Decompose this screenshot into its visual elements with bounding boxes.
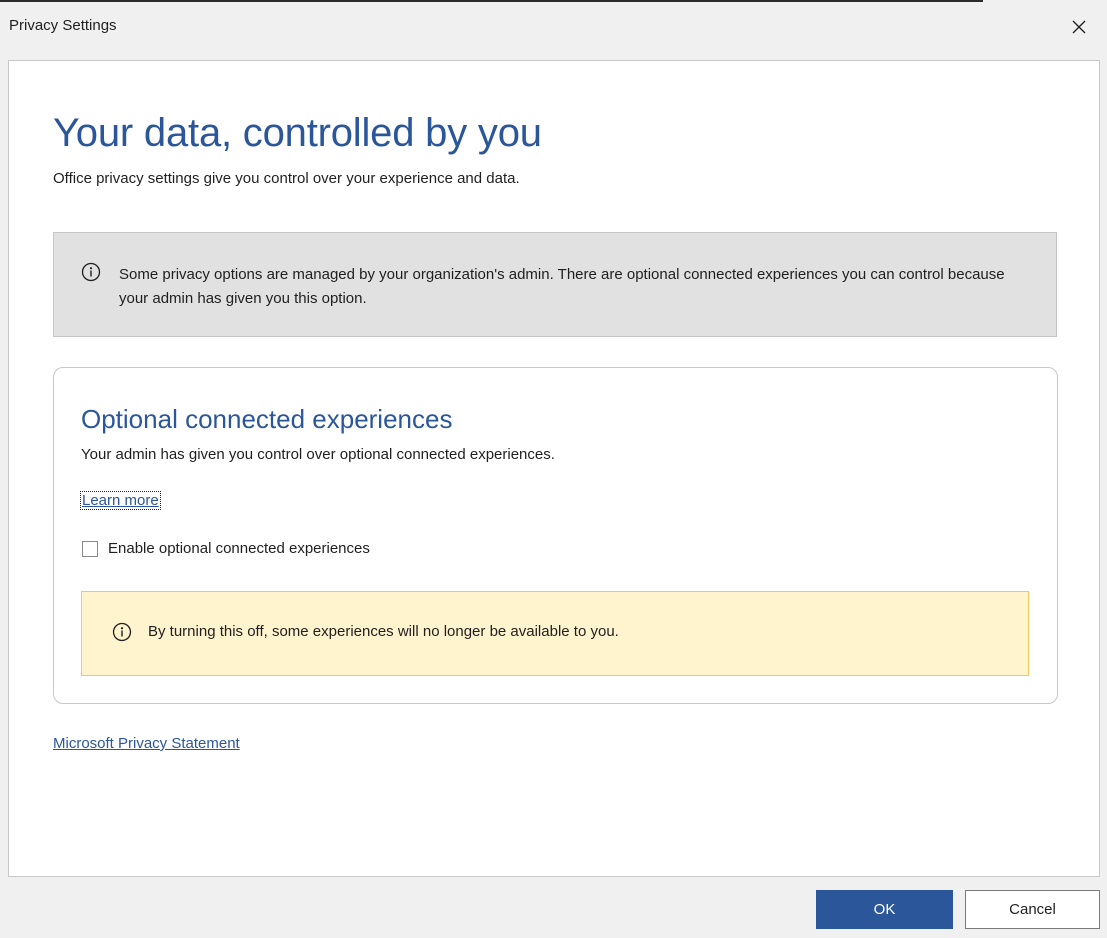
admin-notice-banner: Some privacy options are managed by your… bbox=[53, 232, 1057, 337]
info-icon bbox=[81, 262, 101, 282]
admin-notice-text: Some privacy options are managed by your… bbox=[119, 266, 1005, 307]
enable-optional-experiences-checkbox[interactable] bbox=[82, 540, 98, 557]
title-bar: Privacy Settings bbox=[0, 0, 1107, 56]
window-title: Privacy Settings bbox=[9, 17, 117, 34]
content-panel: Your data, controlled by you Office priv… bbox=[8, 60, 1100, 877]
cancel-button[interactable]: Cancel bbox=[965, 890, 1100, 929]
optional-experiences-card: Optional connected experiences Your admi… bbox=[53, 367, 1058, 704]
card-title: Optional connected experiences bbox=[81, 404, 453, 434]
close-icon bbox=[1072, 20, 1086, 34]
card-description: Your admin has given you control over op… bbox=[81, 446, 555, 463]
page-heading: Your data, controlled by you bbox=[53, 111, 542, 155]
warning-text: By turning this off, some experiences wi… bbox=[148, 623, 619, 640]
close-button[interactable] bbox=[1062, 10, 1096, 44]
privacy-statement-link[interactable]: Microsoft Privacy Statement bbox=[53, 735, 240, 752]
page-subtext: Office privacy settings give you control… bbox=[53, 170, 520, 187]
info-icon bbox=[112, 622, 132, 642]
learn-more-link[interactable]: Learn more bbox=[80, 491, 161, 510]
warning-banner: By turning this off, some experiences wi… bbox=[81, 591, 1029, 676]
ok-button[interactable]: OK bbox=[816, 890, 953, 929]
enable-optional-experiences-row[interactable]: Enable optional connected experiences bbox=[82, 540, 370, 557]
checkbox-label: Enable optional connected experiences bbox=[108, 540, 370, 557]
